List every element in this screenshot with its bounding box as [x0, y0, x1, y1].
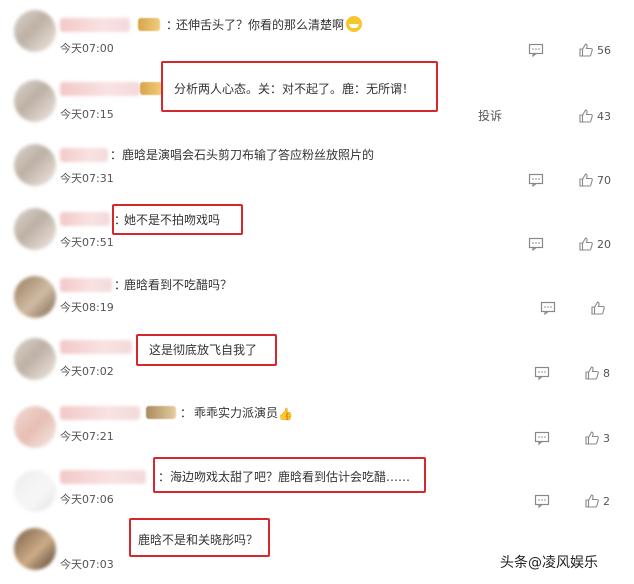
- avatar[interactable]: [14, 338, 56, 380]
- comment-time: 今天08:19: [60, 301, 114, 314]
- comment-text: 这是彻底放飞自我了: [149, 343, 258, 357]
- reply-icon[interactable]: [528, 172, 544, 188]
- like-count: 20: [597, 238, 611, 251]
- user-badge-icon: [140, 82, 162, 95]
- thumbs-up-icon[interactable]: [584, 493, 600, 509]
- comment-time: 今天07:06: [60, 493, 114, 506]
- comment-time: 今天07:51: [60, 236, 114, 249]
- user-badge-icon: [146, 406, 176, 419]
- comment-text: 鹿晗不是和关晓彤吗？: [138, 533, 259, 547]
- thumbs-up-icon[interactable]: [584, 365, 600, 381]
- grin-emoji-icon: [346, 16, 363, 32]
- comment-item: ： 还伸舌头了？你看的那么清楚啊 今天07:00 56: [0, 0, 634, 64]
- like-count: 8: [603, 367, 610, 380]
- reply-icon[interactable]: [528, 42, 544, 58]
- username-blurred[interactable]: [60, 148, 108, 162]
- comment-text: 乖乖实力派演员👍: [194, 406, 293, 421]
- like-count: 43: [597, 110, 611, 123]
- like-count: 56: [597, 44, 611, 57]
- comment-text: 海边吻戏太甜了吧？鹿晗看到估计会吃醋……: [170, 470, 411, 484]
- username-blurred[interactable]: [60, 82, 140, 96]
- username-blurred[interactable]: [60, 212, 110, 226]
- username-blurred[interactable]: [60, 406, 140, 420]
- comment-text: 还伸舌头了？你看的那么清楚啊: [176, 16, 363, 33]
- comment-time: 今天07:02: [60, 365, 114, 378]
- thumbs-up-icon[interactable]: [590, 300, 606, 316]
- comment-time: 今天07:21: [60, 430, 114, 443]
- reply-icon[interactable]: [540, 300, 556, 316]
- avatar[interactable]: [14, 144, 56, 186]
- comment-colon: ：: [110, 148, 123, 162]
- comment-colon: ：: [158, 470, 171, 484]
- thumbs-up-icon[interactable]: [578, 236, 594, 252]
- user-badge-icon: [138, 18, 160, 31]
- comment-time: 今天07:31: [60, 172, 114, 185]
- avatar[interactable]: [14, 406, 56, 448]
- comment-time: 今天07:03: [60, 558, 114, 571]
- thumbs-up-icon[interactable]: [584, 430, 600, 446]
- report-button[interactable]: 投诉: [478, 107, 502, 124]
- avatar[interactable]: [14, 528, 56, 570]
- avatar[interactable]: [14, 208, 56, 250]
- comment-text: 鹿晗是演唱会石头剪刀布输了答应粉丝放照片的: [122, 148, 375, 162]
- like-count: 3: [603, 432, 610, 445]
- comment-time: 今天07:00: [60, 42, 114, 55]
- like-count: 2: [603, 495, 610, 508]
- reply-icon[interactable]: [534, 430, 550, 446]
- comment-colon: ：: [180, 406, 193, 420]
- like-count: 70: [597, 174, 611, 187]
- comment-text: 她不是不拍吻戏吗: [124, 213, 221, 227]
- thumbs-up-icon[interactable]: [578, 172, 594, 188]
- username-blurred[interactable]: [60, 278, 112, 292]
- avatar[interactable]: [14, 10, 56, 52]
- username-blurred[interactable]: [60, 18, 130, 32]
- avatar[interactable]: [14, 470, 56, 512]
- reply-icon[interactable]: [534, 493, 550, 509]
- avatar[interactable]: [14, 276, 56, 318]
- reply-icon[interactable]: [534, 365, 550, 381]
- comment-item: ： 乖乖实力派演员👍 今天07:21 3: [0, 396, 634, 460]
- username-blurred[interactable]: [60, 470, 146, 484]
- thumbs-up-emoji-icon: 👍: [278, 407, 293, 421]
- watermark: 头条@凌风娱乐: [500, 555, 598, 571]
- thumbs-up-icon[interactable]: [578, 108, 594, 124]
- thumbs-up-icon[interactable]: [578, 42, 594, 58]
- comment-text: 鹿晗看到不吃醋吗？: [124, 278, 233, 292]
- username-blurred[interactable]: [60, 340, 132, 354]
- comment-item: ： 鹿晗看到不吃醋吗？ 今天08:19: [0, 266, 634, 330]
- reply-icon[interactable]: [528, 236, 544, 252]
- comment-item: 今天07:51 20: [0, 200, 634, 264]
- avatar[interactable]: [14, 80, 56, 122]
- comment-text: 分析两人心态。关：对不起了。鹿：无所谓！: [174, 82, 415, 96]
- comment-item: 今天07:02 8: [0, 330, 634, 394]
- comment-item: ： 鹿晗是演唱会石头剪刀布输了答应粉丝放照片的 今天07:31 70: [0, 132, 634, 196]
- comment-time: 今天07:15: [60, 108, 114, 121]
